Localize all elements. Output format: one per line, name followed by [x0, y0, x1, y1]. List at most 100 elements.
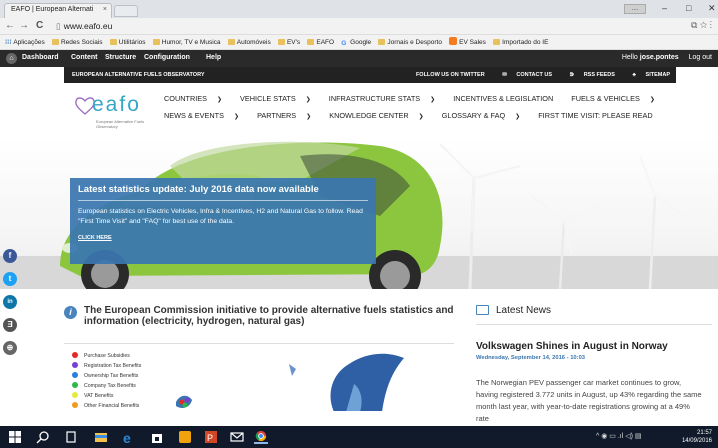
admin-structure-link[interactable]: Structure [105, 54, 136, 61]
legend-label: Company Tax Benefits [84, 383, 136, 389]
bookmark-item[interactable]: G Google [341, 35, 371, 49]
chrome-icon[interactable] [254, 430, 268, 444]
nav-label: INCENTIVES & LEGISLATION [453, 94, 554, 103]
nav-vehicle-stats[interactable]: VEHICLE STATS ❯ [240, 94, 319, 103]
hero-banner: Latest statistics update: July 2016 data… [0, 136, 718, 289]
facebook-icon[interactable]: f [3, 249, 17, 263]
folder-icon [109, 39, 117, 45]
share-icon[interactable]: ⊕ [3, 341, 17, 355]
legend-dot [72, 362, 78, 368]
close-window-button[interactable]: ✕ [708, 3, 716, 14]
latest-news-heading-row: Latest News [476, 305, 712, 316]
observatory-bar: EUROPEAN ALTERNATIVE FUELS OBSERVATORY F… [64, 67, 676, 83]
admin-dashboard-link[interactable]: Dashboard [22, 54, 59, 61]
search-icon[interactable] [36, 430, 50, 444]
nav-label: FUELS & VEHICLES [571, 94, 640, 103]
nav-incentives-legislation[interactable]: INCENTIVES & LEGISLATION [453, 94, 561, 103]
tab-close-icon[interactable]: × [103, 6, 107, 13]
nav-news-events[interactable]: NEWS & EVENTS ❯ [164, 111, 247, 120]
folder-icon [51, 39, 59, 45]
browser-tab-bar: EAFO | European Alternati × .... – □ ✕ [0, 0, 718, 18]
username[interactable]: jose.pontes [640, 54, 679, 61]
admin-help-link[interactable]: Help [206, 54, 221, 61]
latest-news-section: Latest News Volkswagen Shines in August … [476, 305, 712, 425]
url-field[interactable]: ▯ www.eafo.eu [56, 21, 112, 32]
nav-countries[interactable]: COUNTRIES ❯ [164, 94, 230, 103]
svg-text:e: e [123, 430, 131, 444]
bookmark-label: Automóveis [236, 39, 271, 46]
bookmark-item[interactable]: Automóveis [227, 35, 271, 49]
nav-label: COUNTRIES [164, 94, 207, 103]
browser-tab[interactable]: EAFO | European Alternati × [4, 3, 112, 18]
task-view-icon[interactable] [64, 430, 78, 444]
twitter-icon[interactable]: t [3, 272, 17, 286]
bookmark-apps[interactable]: ⁞⁞⁞ Aplicações [5, 35, 45, 49]
bookmark-item[interactable]: EV's [277, 35, 300, 49]
legend-item: Purchase Subsidies [72, 352, 130, 359]
bookmark-item[interactable]: Utilitários [109, 35, 146, 49]
incentives-map[interactable]: Purchase Subsidies Registration Tax Bene… [64, 343, 454, 411]
app-orange-icon[interactable] [178, 430, 192, 444]
forward-button[interactable]: → [19, 20, 29, 31]
nav-fuels-vehicles[interactable]: FUELS & VEHICLES ❯ [571, 94, 663, 103]
profile-chip[interactable]: .... [624, 4, 646, 14]
rss-feeds-link[interactable]: ⋑ RSS FEEDS [562, 72, 615, 78]
bookmark-item[interactable]: Redes Sociais [51, 35, 103, 49]
linkedin-icon[interactable]: in [3, 295, 17, 309]
bookmark-item[interactable]: Humor, TV e Musica [152, 35, 221, 49]
nav-knowledge-center[interactable]: KNOWLEDGE CENTER ❯ [329, 111, 432, 120]
bookmark-item[interactable]: EAFO [307, 35, 334, 49]
new-tab-button[interactable] [114, 5, 138, 17]
maximize-button[interactable]: □ [686, 3, 691, 13]
sitemap-link[interactable]: ♣ SITEMAP [624, 72, 670, 78]
nav-infrastructure-stats[interactable]: INFRASTRUCTURE STATS ❯ [329, 94, 443, 103]
extensions-icon[interactable]: ⧉ ☆ ⋮ [691, 20, 712, 31]
admin-configuration-link[interactable]: Configuration [144, 54, 190, 61]
windows-start-icon[interactable] [8, 430, 22, 444]
clock-time: 21:57 [696, 430, 712, 436]
system-tray-icons[interactable]: ^ ◉ ▭ .ıl ◁) ▤ [596, 432, 642, 440]
edge-browser-icon[interactable]: e [122, 430, 136, 444]
admin-toolbar: ⌂ Dashboard Content Structure Configurat… [0, 50, 718, 67]
follow-twitter-link[interactable]: FOLLOW US ON TWITTER [416, 72, 485, 78]
powerpoint-icon[interactable]: P [204, 430, 218, 444]
file-explorer-icon[interactable] [94, 430, 108, 444]
logo-wordmark: eafo [92, 93, 141, 116]
nav-glossary-faq[interactable]: GLOSSARY & FAQ ❯ [442, 111, 528, 120]
admin-content-link[interactable]: Content [71, 54, 97, 61]
nav-label: GLOSSARY & FAQ [441, 111, 506, 120]
nav-row-2: NEWS & EVENTS ❯ PARTNERS ❯ KNOWLEDGE CENTE… [164, 111, 669, 120]
contact-us-link[interactable]: ✉ CONTACT US [494, 72, 552, 78]
nav-first-time-visit[interactable]: FIRST TIME VISIT: PLEASE READ [538, 111, 660, 120]
url-text: www.eafo.eu [63, 21, 113, 31]
back-button[interactable]: ← [5, 20, 15, 31]
hello-text: Hello [621, 54, 638, 61]
click-here-link[interactable]: CLICK HERE [78, 235, 368, 241]
legend-label: Ownership Tax Benefits [84, 373, 139, 379]
bookmark-item[interactable]: Jornais e Desporto [378, 35, 442, 49]
print-icon[interactable]: Ǝ [3, 318, 17, 332]
logout-link[interactable]: Log out [689, 54, 712, 61]
windows-taskbar: e P ^ ◉ ▭ .ıl ◁) ▤ 21:57 14/09/2016 [0, 426, 718, 448]
promo-title: Latest statistics update: July 2016 data… [78, 184, 368, 201]
clock[interactable]: 21:57 14/09/2016 [682, 429, 712, 445]
initiative-section: i The European Commission initiative to … [64, 305, 454, 411]
bookmark-item[interactable]: Importado do IE [493, 35, 548, 49]
bookmark-item[interactable]: EV Sales [449, 35, 486, 49]
legend-label: Registration Tax Benefits [84, 363, 142, 369]
home-icon[interactable]: ⌂ [6, 53, 17, 64]
chevron-down-icon: ❯ [649, 97, 655, 103]
legend-dot [72, 382, 78, 388]
rss-icon: ⋑ [569, 72, 576, 78]
mail-icon[interactable] [230, 430, 244, 444]
store-icon[interactable] [150, 430, 164, 444]
nav-label: INFRASTRUCTURE STATS [328, 94, 421, 103]
promo-box: Latest statistics update: July 2016 data… [70, 178, 376, 264]
minimize-button[interactable]: – [662, 3, 667, 13]
news-title[interactable]: Volkswagen Shines in August in Norway [476, 341, 712, 352]
nav-partners[interactable]: PARTNERS ❯ [257, 111, 319, 120]
eafo-logo[interactable]: eafo European Alternative Fuels Observat… [74, 93, 162, 131]
legend-label: Other Financial Benefits [84, 403, 140, 409]
tab-title: EAFO | European Alternati [11, 6, 94, 13]
reload-button[interactable]: C [36, 20, 43, 31]
